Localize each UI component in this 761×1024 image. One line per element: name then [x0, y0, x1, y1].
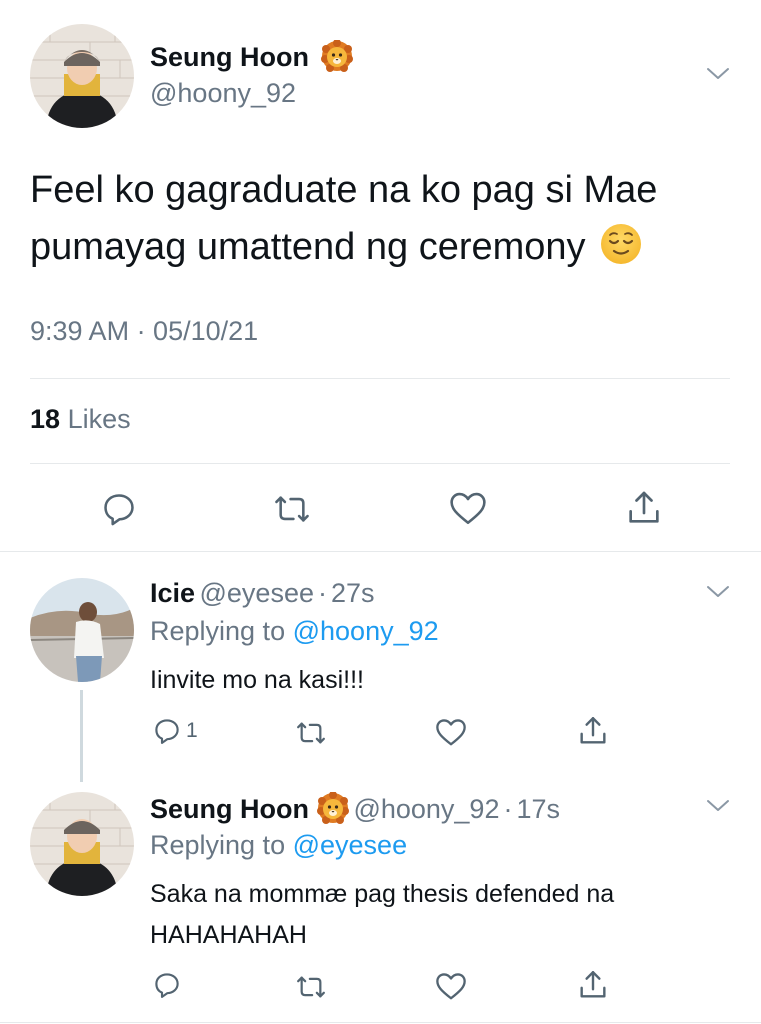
retweet-icon[interactable]	[272, 492, 312, 526]
reply-header: Seung Hoon @hoony_92 · 17s	[150, 792, 560, 825]
tweet-text-line: Feel ko gagraduate na ko pag si Mae	[30, 169, 658, 211]
thread-line	[80, 690, 83, 782]
share-icon[interactable]	[576, 968, 610, 1002]
replying-to-prefix: Replying to	[150, 830, 286, 860]
replying-to: Replying to @hoony_92	[150, 616, 439, 647]
reply-icon[interactable]	[152, 970, 182, 1000]
replying-to-handle[interactable]: @eyesee	[293, 830, 407, 860]
like-icon[interactable]	[434, 971, 468, 1001]
section-divider	[0, 551, 761, 552]
reply-icon[interactable]	[152, 716, 182, 746]
meta-separator: ·	[317, 578, 327, 608]
chevron-down-icon[interactable]	[706, 584, 730, 600]
bottom-divider	[0, 1022, 761, 1023]
tweet-timestamp[interactable]: 9:39 AM · 05/10/21	[30, 316, 258, 347]
reply-author-handle[interactable]: @hoony_92	[353, 794, 499, 824]
divider	[30, 463, 730, 464]
reply-action[interactable]: 1	[152, 716, 198, 746]
like-icon[interactable]	[434, 717, 468, 747]
likes-label: Likes	[67, 404, 131, 434]
replying-to-prefix: Replying to	[150, 616, 286, 646]
replying-to: Replying to @eyesee	[150, 830, 407, 861]
chevron-down-icon[interactable]	[706, 798, 730, 814]
reply-header: Icie @eyesee · 27s	[150, 578, 375, 609]
share-icon[interactable]	[624, 488, 664, 528]
reply-icon[interactable]	[100, 490, 138, 528]
replying-to-handle[interactable]: @hoony_92	[293, 616, 439, 646]
reply-author-name[interactable]: Seung Hoon	[150, 794, 309, 824]
chevron-down-icon[interactable]	[706, 66, 730, 82]
tweet-text: Feel ko gagraduate na ko pag si Mae puma…	[30, 162, 730, 276]
reply-text: Saka na mommæ pag thesis defended na HAH…	[150, 874, 740, 956]
author-name[interactable]: Seung Hoon	[150, 40, 353, 73]
main-avatar[interactable]	[30, 24, 134, 128]
meta-separator: ·	[503, 794, 513, 824]
author-name-text: Seung Hoon	[150, 42, 309, 72]
share-icon[interactable]	[576, 714, 610, 748]
likes-stat[interactable]: 18 Likes	[30, 404, 131, 435]
reply-timestamp[interactable]: 27s	[331, 578, 375, 608]
reply-text-line: Saka na mommæ pag thesis defended na	[150, 880, 615, 908]
reply-avatar[interactable]	[30, 578, 134, 682]
like-icon[interactable]	[448, 490, 488, 526]
reply-text-line: HAHAHAHAH	[150, 921, 307, 949]
reply-text: Iinvite mo na kasi!!!	[150, 666, 364, 694]
reply-author-name[interactable]: Icie	[150, 578, 195, 608]
divider	[30, 378, 730, 379]
reply-timestamp[interactable]: 17s	[516, 794, 560, 824]
lion-emoji-icon	[320, 40, 353, 72]
relieved-face-emoji-icon	[600, 223, 642, 265]
likes-count: 18	[30, 404, 61, 434]
author-handle[interactable]: @hoony_92	[150, 78, 296, 109]
reply-author-handle[interactable]: @eyesee	[200, 578, 314, 608]
retweet-icon[interactable]	[294, 973, 328, 1001]
reply-count: 1	[186, 719, 198, 742]
reply-avatar[interactable]	[30, 792, 134, 896]
tweet-text-line: pumayag umattend ng ceremony	[30, 219, 730, 276]
lion-emoji-icon	[317, 792, 350, 824]
tweet-text-line-content: pumayag umattend ng ceremony	[30, 226, 586, 268]
retweet-icon[interactable]	[294, 719, 328, 747]
